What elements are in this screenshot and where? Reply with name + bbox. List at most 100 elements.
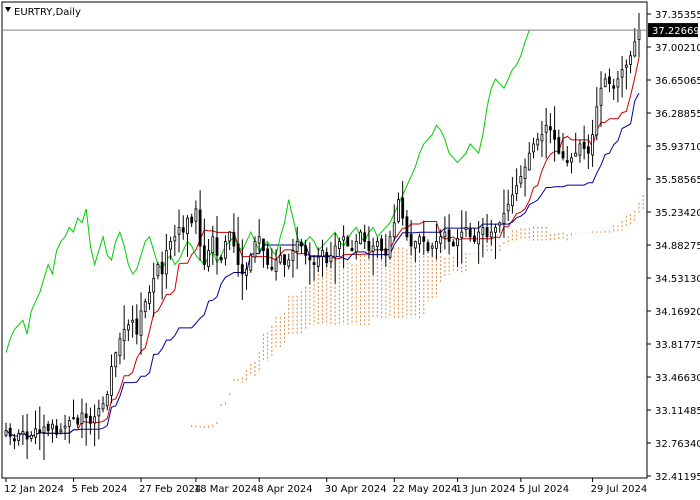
candle-body [118, 338, 122, 356]
candle-body [270, 266, 274, 270]
candle-body [544, 124, 548, 133]
candle-body [591, 134, 594, 156]
candle-body [143, 301, 147, 312]
y-tick-label: 34.16920 [655, 307, 700, 318]
candle-body [4, 430, 8, 436]
candle-body [582, 141, 586, 149]
candle-body [540, 134, 544, 142]
candle-body [359, 231, 362, 245]
candle-body [219, 257, 223, 261]
y-tick-label: 37.35355 [655, 10, 700, 21]
candle-body [603, 78, 607, 88]
candle-body [152, 278, 156, 293]
candle-body [21, 431, 25, 435]
candle-body [494, 227, 497, 233]
candle-body [156, 264, 160, 277]
candle-body [17, 433, 21, 441]
candle-body [114, 352, 118, 368]
y-tick-label: 32.76340 [655, 439, 700, 450]
candle-body [25, 431, 29, 440]
candle-body [97, 407, 101, 417]
candle-body [548, 126, 552, 131]
candle-body [599, 87, 603, 106]
candle-body [177, 227, 181, 235]
y-tick-label: 33.81775 [655, 340, 700, 351]
candle-body [198, 209, 202, 247]
y-tick-label: 36.28855 [655, 109, 700, 120]
candle-body [207, 250, 210, 267]
candle-body [502, 213, 506, 224]
candle-body [523, 166, 527, 179]
y-tick-label: 33.46630 [655, 373, 700, 384]
candle-body [283, 254, 286, 265]
y-tick-label: 35.93710 [655, 142, 700, 153]
candle-body [527, 152, 531, 171]
candle-body [308, 256, 312, 261]
candle-body [624, 64, 628, 68]
candle-body [278, 254, 282, 263]
candle-body [105, 394, 109, 407]
candle-body [55, 425, 59, 435]
candle-body [34, 428, 37, 438]
candle-body [629, 55, 632, 65]
candle-body [194, 208, 198, 222]
candle [249, 252, 253, 273]
candle-body [371, 245, 375, 252]
x-axis: 12 Jan 2024 5 Feb 2024 27 Feb 202418 Mar 2… [4, 478, 647, 495]
chart-svg: 37.35355 37.00210 36.65065 36.28855 35.93710… [1, 1, 700, 495]
candle-body [422, 236, 426, 242]
candle-body [397, 199, 400, 222]
x-tick-label: 8 Apr 2024 [257, 484, 312, 495]
y-tick-label: 34.88275 [655, 241, 700, 252]
candle-body [375, 240, 379, 247]
candle-body [439, 236, 443, 244]
y-axis: 37.35355 37.00210 36.65065 36.28855 35.93710… [647, 10, 700, 483]
candle-body [316, 256, 320, 267]
candle-body [384, 248, 388, 256]
y-tick-label: 36.65065 [655, 76, 700, 87]
candle-body [164, 250, 168, 275]
candle-body [101, 403, 105, 410]
candle-body [363, 232, 367, 242]
y-tick-label: 35.58565 [655, 175, 700, 186]
candle-body [13, 438, 16, 442]
candle-body [110, 366, 113, 396]
candle-body [532, 143, 535, 153]
candle-body [325, 252, 329, 264]
candle-body [266, 248, 270, 265]
candle-body [287, 259, 291, 267]
candle-body [460, 231, 464, 238]
candle-body [29, 434, 33, 439]
candle-body [67, 420, 71, 427]
candle-body [561, 151, 565, 159]
candle-body [430, 245, 434, 249]
x-tick-label: 22 May 2024 [392, 484, 457, 495]
candle-body [515, 185, 519, 194]
candle-body [139, 310, 143, 336]
candle-body [510, 194, 514, 206]
candle-body [519, 175, 523, 184]
x-tick-label: 30 Apr 2024 [325, 484, 387, 495]
candle-body [8, 427, 12, 437]
candle-body [72, 417, 75, 420]
candle-body [350, 247, 354, 252]
candle-body [498, 222, 502, 226]
candle-body [333, 245, 337, 258]
candle-body [295, 240, 299, 252]
candle-body [232, 232, 236, 247]
candle-body [595, 106, 599, 136]
x-tick-label: 5 Jul 2024 [519, 484, 569, 495]
candle-body [51, 423, 54, 430]
candle-body [89, 415, 92, 424]
candle-body [160, 261, 164, 275]
candle-body [426, 242, 430, 252]
candle-body [186, 217, 189, 235]
candle-body [228, 231, 232, 242]
candle-body [190, 216, 194, 224]
candle-body [236, 243, 240, 265]
candle-body [59, 429, 63, 433]
y-tick-label: 37.00210 [655, 43, 700, 54]
candle-body [80, 412, 84, 424]
candle-body [202, 245, 206, 265]
candle-body [257, 236, 261, 244]
